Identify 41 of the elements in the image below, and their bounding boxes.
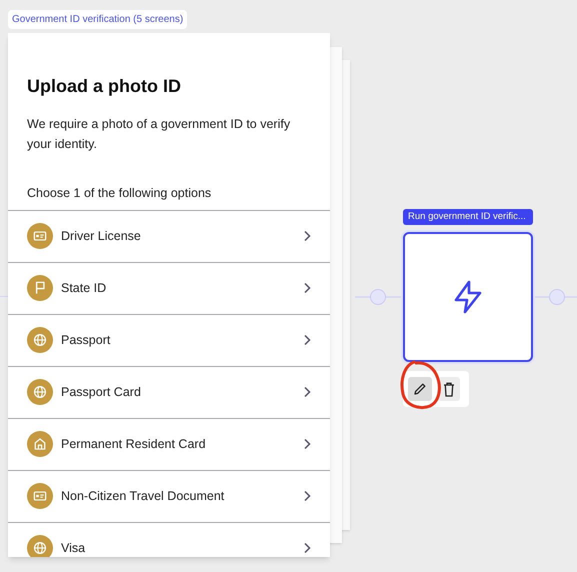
globe-icon — [27, 535, 53, 557]
chevron-icon — [303, 386, 311, 398]
group-label: Government ID verification (5 screens) — [8, 10, 188, 29]
option-row[interactable]: Passport — [8, 314, 330, 366]
connector-line — [533, 288, 577, 306]
option-label: Permanent Resident Card — [61, 436, 207, 453]
chevron-icon — [303, 542, 311, 554]
chevron-icon — [303, 282, 311, 294]
option-label: Passport — [61, 332, 112, 349]
home-icon — [27, 431, 53, 458]
option-label: Visa — [61, 540, 86, 557]
option-row[interactable]: Passport Card — [8, 366, 330, 418]
flag-icon — [27, 275, 53, 302]
chevron-icon — [303, 490, 311, 502]
option-label: Passport Card — [61, 384, 142, 401]
id-card-icon — [27, 483, 53, 510]
options-prompt: Choose 1 of the following options — [27, 185, 212, 202]
option-row[interactable]: Non-Citizen Travel Document — [8, 470, 330, 522]
globe-icon — [27, 327, 53, 354]
trash-icon — [443, 382, 455, 396]
chevron-icon — [303, 334, 311, 346]
chevron-icon — [303, 230, 311, 242]
screen-title: Upload a photo ID — [27, 75, 182, 98]
option-row[interactable]: State ID — [8, 262, 330, 314]
node-label: Run government ID verific... — [403, 209, 533, 225]
option-label: Non-Citizen Travel Document — [61, 488, 226, 505]
chevron-icon — [303, 438, 311, 450]
connector-line — [355, 288, 403, 306]
option-row[interactable]: Visa — [8, 522, 330, 557]
option-label: State ID — [61, 280, 108, 297]
action-node[interactable] — [403, 232, 533, 362]
lightning-icon — [452, 280, 484, 314]
option-row[interactable]: Driver License — [8, 210, 330, 262]
option-row[interactable]: Permanent Resident Card — [8, 418, 330, 470]
globe-icon — [27, 379, 53, 406]
edit-button[interactable] — [408, 377, 432, 401]
option-label: Driver License — [61, 228, 142, 245]
delete-button[interactable] — [438, 377, 460, 401]
id-card-icon — [27, 223, 53, 250]
pencil-icon — [413, 382, 427, 396]
screen-description: We require a photo of a government ID to verify your identity. — [27, 116, 292, 153]
